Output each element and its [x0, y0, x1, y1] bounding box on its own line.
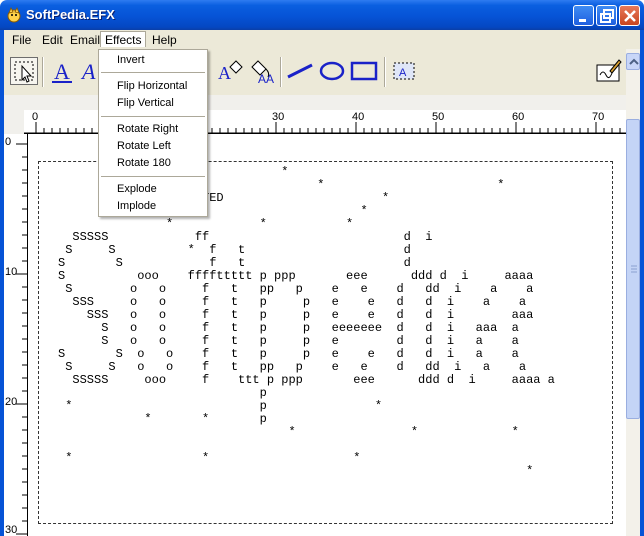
ruler-label: 30 [272, 111, 285, 123]
title-bar: SoftPedia.EFX [0, 0, 644, 30]
ruler-label: 0 [5, 136, 12, 148]
vertical-ruler: 0 10 20 30 [4, 134, 28, 536]
menu-item-rotate-left[interactable]: Rotate Left [117, 140, 171, 152]
menu-separator [101, 176, 205, 177]
menu-item-flip-horizontal[interactable]: Flip Horizontal [117, 80, 187, 92]
menu-item-explode[interactable]: Explode [117, 183, 157, 195]
menu-bar: File Edit Email Effects Help [0, 30, 644, 49]
effects-menu-dropdown: Invert Flip Horizontal Flip Vertical Rot… [98, 49, 208, 217]
menu-item-rotate-right[interactable]: Rotate Right [117, 123, 178, 135]
menu-file[interactable]: File [8, 32, 35, 48]
fill-bucket-icon[interactable]: AA [246, 57, 274, 86]
svg-text:A: A [218, 63, 231, 83]
svg-text:A: A [80, 59, 96, 84]
text-box-icon[interactable]: A [390, 57, 418, 85]
menu-separator [101, 116, 205, 117]
ruler-label: 40 [352, 111, 365, 123]
text-a-icon[interactable]: A [48, 57, 76, 85]
menu-separator [101, 72, 205, 73]
svg-text:A: A [54, 59, 70, 84]
ruler-label: 30 [5, 524, 18, 536]
svg-text:A: A [399, 67, 407, 79]
ruler-label: 60 [512, 111, 525, 123]
close-button[interactable] [619, 5, 640, 26]
ruler-label: 70 [592, 111, 605, 123]
rectangle-icon[interactable] [350, 57, 378, 85]
maximize-button[interactable] [596, 5, 617, 26]
menu-email[interactable]: Email [66, 32, 104, 48]
minimize-button[interactable] [573, 5, 594, 26]
scroll-thumb[interactable] [626, 119, 640, 419]
toolbar-separator [384, 57, 386, 87]
ruler-label: 0 [32, 111, 39, 123]
menu-effects[interactable]: Effects [100, 31, 147, 47]
window-title: SoftPedia.EFX [26, 7, 115, 22]
app-icon [7, 7, 21, 23]
ruler-label: 50 [432, 111, 445, 123]
ruler-label: 20 [5, 396, 18, 408]
eraser-icon[interactable]: A [216, 57, 244, 85]
ellipse-icon[interactable] [318, 57, 346, 85]
menu-edit[interactable]: Edit [38, 32, 67, 48]
toolbar: A A A AA A [0, 49, 644, 95]
menu-item-invert[interactable]: Invert [117, 54, 145, 66]
menu-help[interactable]: Help [148, 32, 181, 48]
menu-item-flip-vertical[interactable]: Flip Vertical [117, 97, 174, 109]
signature-icon[interactable] [594, 57, 622, 85]
select-icon[interactable] [10, 57, 38, 85]
menu-item-implode[interactable]: Implode [117, 200, 156, 212]
vertical-scrollbar[interactable] [626, 49, 644, 536]
menu-item-rotate-180[interactable]: Rotate 180 [117, 157, 171, 169]
toolbar-separator [42, 57, 44, 87]
scroll-up-button[interactable] [626, 53, 640, 70]
line-icon[interactable] [286, 57, 314, 85]
toolbar-separator [280, 57, 282, 87]
ruler-label: 10 [5, 266, 18, 278]
svg-text:AA: AA [258, 72, 274, 85]
